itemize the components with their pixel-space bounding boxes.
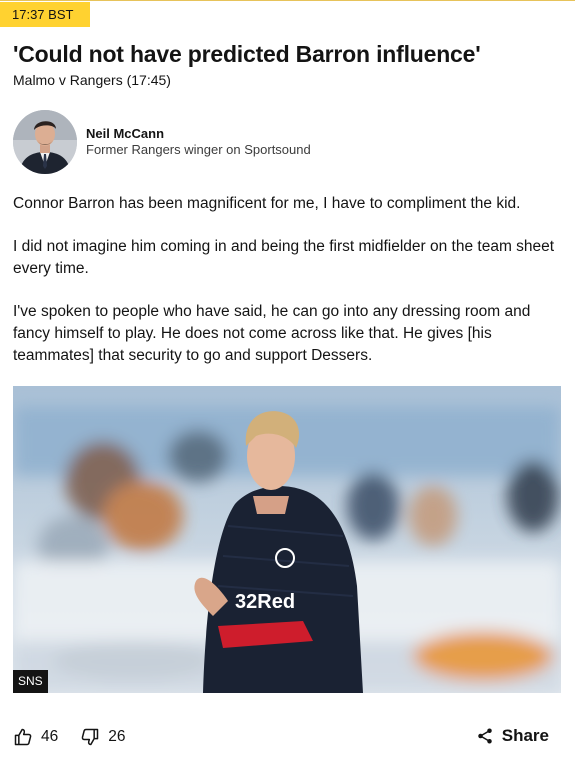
- share-button[interactable]: Share: [476, 723, 549, 749]
- photo-credit: SNS: [13, 670, 48, 693]
- dislike-count: 26: [108, 728, 126, 745]
- post-headline: 'Could not have predicted Barron influen…: [13, 41, 481, 67]
- body-paragraph-3: I've spoken to people who have said, he …: [13, 303, 531, 364]
- thumbs-down-icon: [81, 728, 99, 746]
- author-name: Neil McCann: [86, 126, 165, 141]
- timestamp-badge: 17:37 BST: [0, 2, 90, 27]
- shirt-sponsor-text: 32Red: [235, 591, 295, 613]
- live-post-card: 17:37 BST 'Could not have predicted Barr…: [0, 0, 575, 782]
- body-paragraph-1: Connor Barron has been magnificent for m…: [13, 195, 521, 212]
- reactions-bar: 46 26: [13, 723, 126, 751]
- author-avatar: [13, 110, 77, 174]
- share-label: Share: [501, 726, 549, 745]
- thumbs-up-icon: [14, 728, 32, 746]
- player-photo: 32Red: [13, 386, 561, 693]
- share-icon: [478, 728, 492, 744]
- dislike-button[interactable]: 26: [80, 727, 126, 747]
- like-count: 46: [41, 728, 59, 745]
- like-button[interactable]: 46: [13, 727, 58, 747]
- author-role: Former Rangers winger on Sportsound: [86, 142, 311, 157]
- body-paragraph-2: I did not imagine him coming in and bein…: [13, 238, 555, 277]
- match-label: Malmo v Rangers (17:45): [13, 72, 171, 88]
